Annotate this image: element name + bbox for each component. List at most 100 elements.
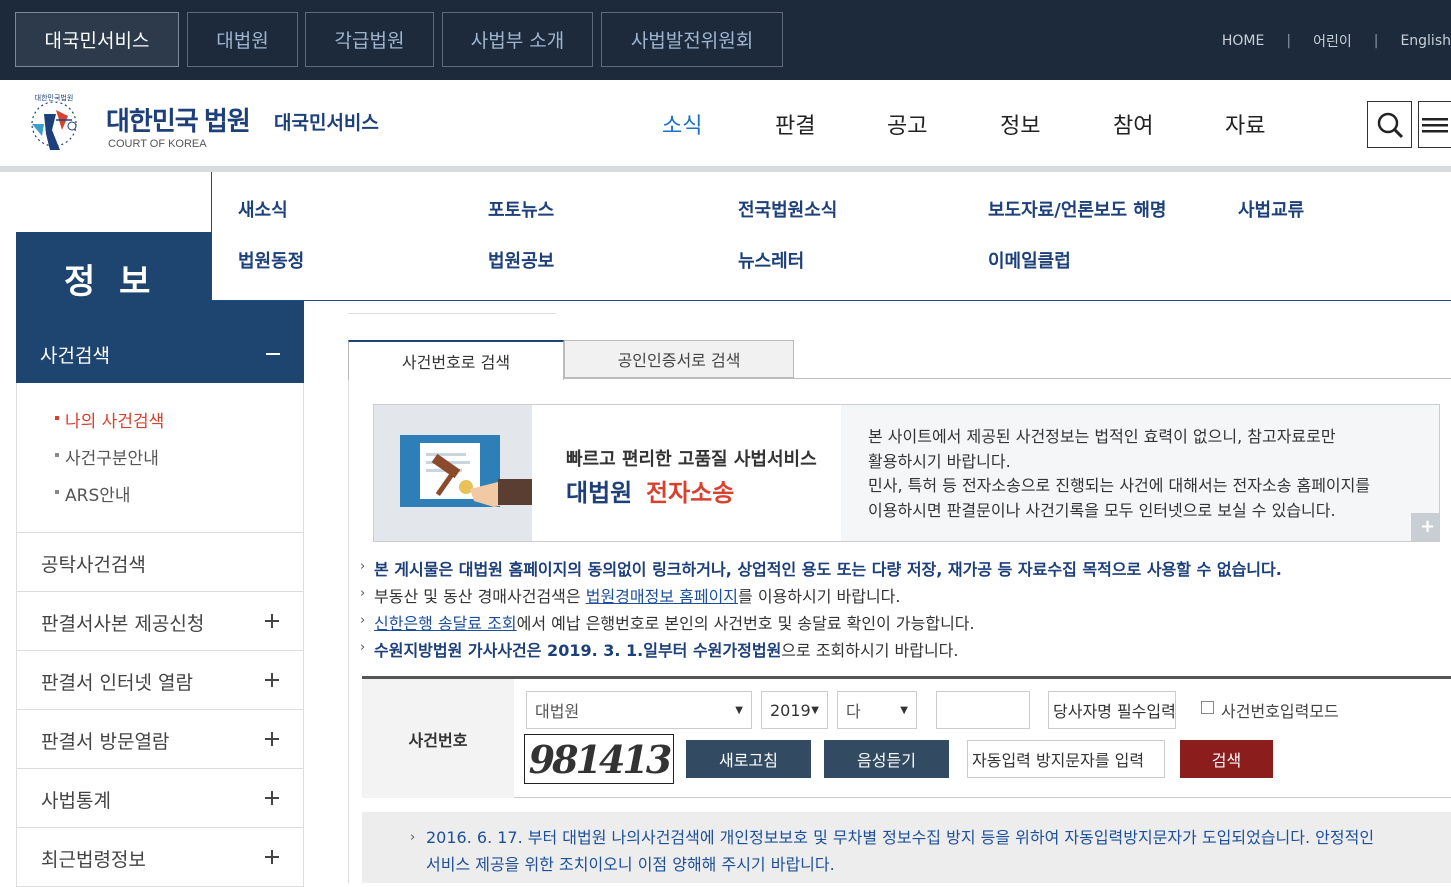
captcha-info-box: 2016. 6. 17. 부터 대법원 나의사건검색에 개인정보보호 및 무차별… <box>362 812 1451 883</box>
gnb-resources[interactable]: 자료 <box>1225 108 1265 140</box>
notice-copyright: 본 게시물은 대법원 홈페이지의 동의없이 링크하거나, 상업적인 용도 또는 … <box>360 556 1282 580</box>
captcha-image: 981413 <box>524 734 674 784</box>
dropdown-newsletter[interactable]: 뉴스레터 <box>738 247 804 273</box>
sidebar-item-case-search[interactable]: 사건검색 <box>16 325 304 383</box>
logo-subtitle: COURT OF KOREA <box>108 138 207 150</box>
banner-text-line: 본 사이트에서 제공된 사건정보는 법적인 효력이 없으니, 참고자료로만 <box>868 427 1336 446</box>
banner-illustration <box>374 405 532 541</box>
dropdown-email-club[interactable]: 이메일클럽 <box>988 247 1071 273</box>
notice-text: 를 이용하시기 바랍니다. <box>738 587 901 606</box>
year-select[interactable]: 2019 ▼ <box>761 691 828 729</box>
court-auction-link[interactable]: 법원경매정보 홈페이지 <box>586 587 738 606</box>
court-emblem-icon[interactable]: 대한민국법원 <box>16 90 92 158</box>
top-tab-judiciary-intro[interactable]: 사법부 소개 <box>442 12 593 67</box>
banner-tagline: 빠르고 편리한 고품질 사법서비스 <box>566 449 817 470</box>
logo-service-name[interactable]: 대국민서비스 <box>274 108 379 135</box>
english-link[interactable]: English <box>1400 33 1451 49</box>
plus-icon <box>265 614 279 628</box>
sidebar-item-judicial-statistics[interactable]: 사법통계 <box>16 769 304 828</box>
dropdown-photo-news[interactable]: 포토뉴스 <box>488 196 554 222</box>
gnb-news[interactable]: 소식 <box>662 108 702 140</box>
kids-link[interactable]: 어린이 <box>1313 31 1352 51</box>
submenu-ars-guide[interactable]: ARS안내 <box>55 481 131 506</box>
top-tab-citizen-service[interactable]: 대국민서비스 <box>15 12 179 67</box>
case-number-mode-checkbox[interactable] <box>1201 701 1214 714</box>
emblem-lettering: 대한민국법원 <box>35 93 74 102</box>
notice-shinhan: 신한은행 송달료 조회에서 예납 은행번호로 본인의 사건번호 및 송달료 확인… <box>360 610 975 634</box>
banner-text-line: 활용하시기 바랍니다. <box>868 451 1011 471</box>
top-tab-judicial-development[interactable]: 사법발전위원회 <box>601 12 783 67</box>
sidebar-item-recent-laws[interactable]: 최근법령정보 <box>16 828 304 887</box>
sidebar-item-label: 판결서사본 제공신청 <box>41 613 205 635</box>
plus-icon: + <box>1420 516 1436 537</box>
year-select-value: 2019 <box>770 700 811 720</box>
e-litigation-banner[interactable]: 빠르고 편리한 고품질 사법서비스 대법원 전자소송 본 사이트에서 제공된 사… <box>373 404 1440 542</box>
top-tab-supreme-court[interactable]: 대법원 <box>187 12 298 67</box>
sidebar-item-deposit-case-search[interactable]: 공탁사건검색 <box>16 533 304 592</box>
notice-text: 으로 조회하시기 바랍니다. <box>781 641 959 660</box>
submenu-my-case-search[interactable]: 나의 사건검색 <box>55 407 165 432</box>
court-select[interactable]: 대법원 ▼ <box>526 691 752 729</box>
gnb-judgments[interactable]: 판결 <box>775 108 815 140</box>
notice-suwon: 수원지방법원 가사사건은 2019. 3. 1.일부터 수원가정법원으로 조회하… <box>360 637 959 661</box>
gnb-participation[interactable]: 참여 <box>1113 108 1153 140</box>
notice-auction: 부동산 및 동산 경매사건검색은 법원경매정보 홈페이지를 이용하시기 바랍니다… <box>360 583 901 607</box>
notice-text: 수원지방법원 가사사건은 2019. 3. 1.일부터 수원가정법원 <box>374 641 782 660</box>
divider: | <box>1286 33 1292 49</box>
captcha-input[interactable]: 자동입력 방지문자를 입력 <box>967 740 1165 778</box>
dropdown-press-releases[interactable]: 보도자료/언론보도 해명 <box>988 196 1166 222</box>
dropdown-national-court-news[interactable]: 전국법원소식 <box>738 196 837 222</box>
court-select-value: 대법원 <box>535 702 580 721</box>
sidebar-item-judgment-internet-view[interactable]: 판결서 인터넷 열람 <box>16 651 304 710</box>
case-number-input[interactable] <box>936 691 1030 729</box>
captcha-info-text: 2016. 6. 17. 부터 대법원 나의사건검색에 개인정보보호 및 무차별… <box>410 824 1386 878</box>
top-links: HOME | 어린이 | English <box>1222 31 1451 51</box>
party-name-input[interactable]: 당사자명 필수입력 <box>1048 691 1176 729</box>
gnb-notices[interactable]: 공고 <box>887 108 927 140</box>
sidebar-item-judgment-visit-view[interactable]: 판결서 방문열람 <box>16 710 304 769</box>
notice-text: 에서 예납 은행번호로 본인의 사건번호 및 송달료 확인이 가능합니다. <box>516 614 975 633</box>
notice-text: 부동산 및 동산 경매사건검색은 <box>374 587 586 606</box>
banner-text-line: 민사, 특허 등 전자소송으로 진행되는 사건에 대해서는 전자소송 홈페이지를 <box>868 476 1371 495</box>
sidebar-item-label: 판결서 방문열람 <box>41 731 170 753</box>
dropdown-new-news[interactable]: 새소식 <box>238 196 288 222</box>
bullet-icon <box>55 453 59 457</box>
submenu-label: 나의 사건검색 <box>65 412 165 432</box>
dropdown-court-gazette[interactable]: 법원공보 <box>488 247 554 273</box>
case-number-mode-label: 사건번호입력모드 <box>1221 702 1339 721</box>
search-button[interactable] <box>1367 101 1412 148</box>
dropdown-judicial-exchange[interactable]: 사법교류 <box>1238 196 1304 222</box>
banner-title-supreme-court: 대법원 <box>566 479 633 507</box>
banner-description: 본 사이트에서 제공된 사건정보는 법적인 효력이 없으니, 참고자료로만 활용… <box>868 425 1428 523</box>
dropdown-court-activities[interactable]: 법원동정 <box>238 247 304 273</box>
banner-headline-area: 빠르고 편리한 고품질 사법서비스 대법원 전자소송 <box>532 405 841 541</box>
sidebar-item-label: 최근법령정보 <box>41 849 146 871</box>
logo-title[interactable]: 대한민국 법원 <box>106 101 251 138</box>
submenu-case-type-guide[interactable]: 사건구분안내 <box>55 444 159 469</box>
hamburger-icon <box>1422 118 1448 133</box>
shinhan-fee-lookup-link[interactable]: 신한은행 송달료 조회 <box>362 614 517 633</box>
tab-search-by-case-number[interactable]: 사건번호로 검색 <box>348 340 564 380</box>
gnb-information[interactable]: 정보 <box>1000 108 1040 140</box>
submenu-label: 사건구분안내 <box>65 449 159 469</box>
home-link[interactable]: HOME <box>1222 33 1264 49</box>
submenu-label: ARS안내 <box>65 486 131 506</box>
top-tab-courts[interactable]: 각급법원 <box>305 12 434 67</box>
case-type-select-value: 다 <box>846 702 861 721</box>
sidebar-item-label: 사건검색 <box>40 345 110 367</box>
content-border <box>348 378 349 883</box>
plus-icon <box>265 850 279 864</box>
gavel-document-icon <box>400 435 532 507</box>
sidebar-item-label: 판결서 인터넷 열람 <box>41 672 193 694</box>
tab-search-by-certificate[interactable]: 공인인증서로 검색 <box>564 340 794 378</box>
audio-captcha-button[interactable]: 음성듣기 <box>824 740 949 778</box>
sidebar-item-judgment-copy-request[interactable]: 판결서사본 제공신청 <box>16 592 304 651</box>
search-submit-button[interactable]: 검색 <box>1180 740 1273 778</box>
dropdown-arrow-icon: ▼ <box>900 705 908 716</box>
banner-more-button[interactable]: + <box>1411 513 1439 541</box>
case-type-select[interactable]: 다 ▼ <box>837 691 917 729</box>
refresh-captcha-button[interactable]: 새로고침 <box>686 740 811 778</box>
news-dropdown-menu: 새소식 포토뉴스 전국법원소식 보도자료/언론보도 해명 사법교류 법원동정 법… <box>211 172 1451 301</box>
dropdown-arrow-icon: ▼ <box>735 705 743 716</box>
menu-button[interactable] <box>1418 101 1451 148</box>
